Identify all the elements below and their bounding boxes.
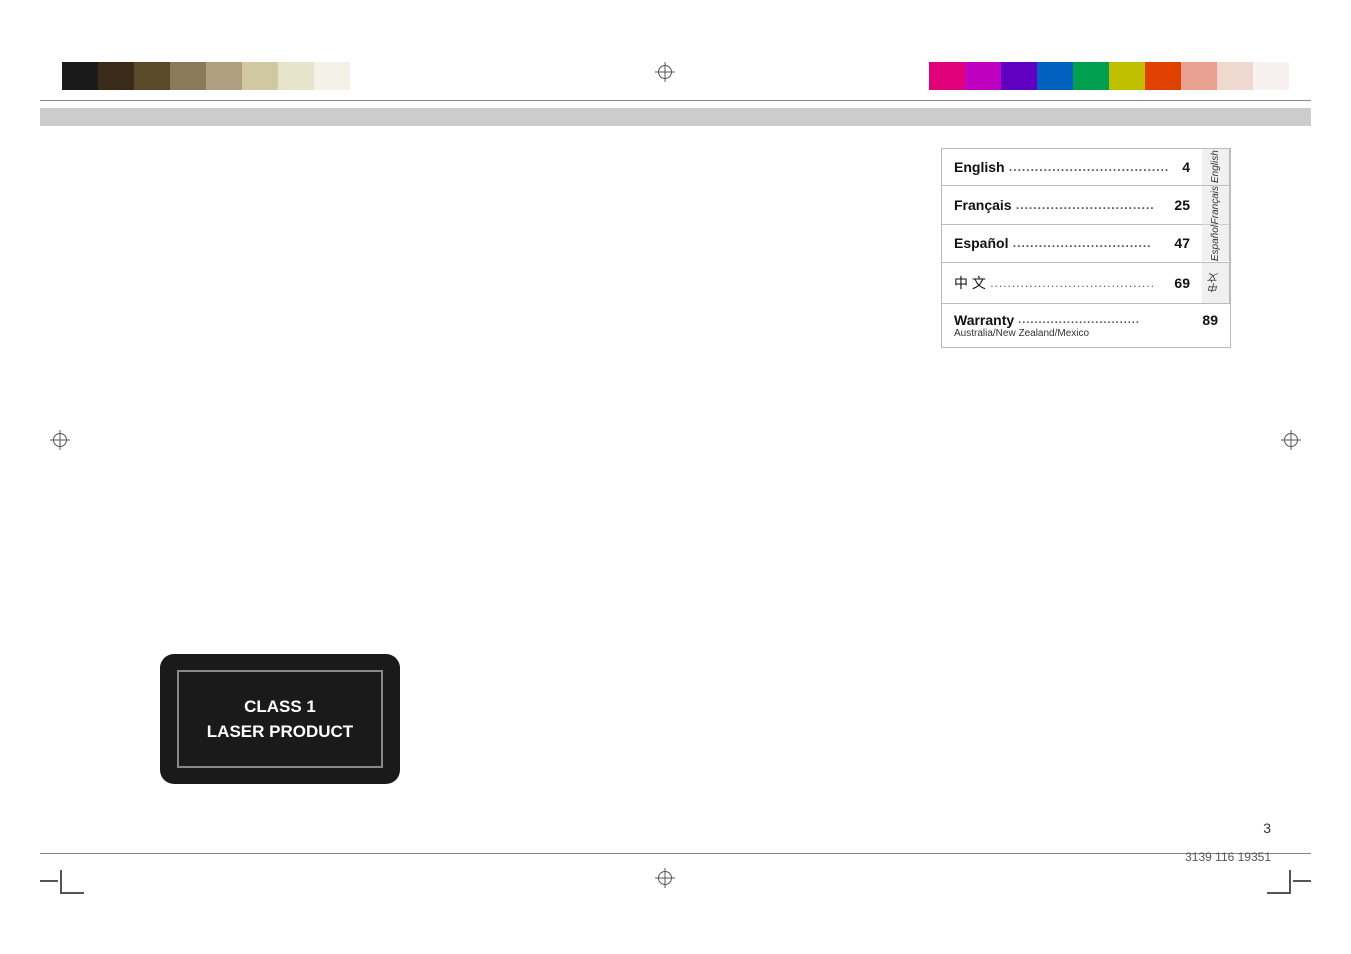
toc-label-chinese: 中 文 [954, 273, 986, 293]
toc-page-chinese: 69 [1174, 275, 1190, 291]
top-right-color-bar [929, 62, 1289, 90]
laser-text-line1: CLASS 1 [244, 694, 316, 720]
color-block-r1 [929, 62, 965, 90]
laser-text-line2: LASER PRODUCT [207, 719, 353, 745]
toc-tab-english: English [1202, 149, 1230, 185]
laser-box-inner: CLASS 1 LASER PRODUCT [177, 670, 383, 768]
toc-tab-espanol: Español [1202, 225, 1230, 261]
top-gray-band [40, 108, 1311, 126]
crosshair-mid-left [50, 430, 70, 450]
toc-page-francais: 25 [1174, 197, 1190, 213]
color-block-1 [62, 62, 98, 90]
table-of-contents: English ................................… [941, 148, 1231, 348]
toc-tab-francais: Français [1202, 186, 1230, 224]
toc-entry-english: English ................................… [942, 149, 1202, 185]
color-block-r4 [1037, 62, 1073, 90]
color-block-3 [134, 62, 170, 90]
page-number: 3 [1263, 820, 1271, 836]
color-block-2 [98, 62, 134, 90]
corner-mark-bottom-left [60, 870, 84, 894]
toc-page-english: 4 [1182, 159, 1190, 175]
toc-page-warranty: 89 [1202, 312, 1218, 328]
color-block-r10 [1253, 62, 1289, 90]
warranty-subtitle: Australia/New Zealand/Mexico [954, 328, 1089, 339]
color-block-r8 [1181, 62, 1217, 90]
bottom-right-side-line [1293, 880, 1311, 882]
bottom-left-side-line [40, 880, 58, 882]
color-block-5 [206, 62, 242, 90]
toc-label-warranty: Warranty [954, 312, 1014, 328]
color-block-6 [242, 62, 278, 90]
toc-label-espanol: Español [954, 235, 1008, 251]
toc-label-english: English [954, 159, 1005, 175]
toc-row-chinese: 中 文 ....................................… [942, 263, 1230, 304]
toc-entry-francais: Français ...............................… [942, 186, 1202, 224]
toc-entry-espanol: Español ................................… [942, 225, 1202, 261]
toc-row-english: English ................................… [942, 149, 1230, 186]
toc-row-espanol: Español ................................… [942, 225, 1230, 262]
toc-tab-chinese: 中文 [1202, 263, 1230, 303]
crosshair-mid-right [1281, 430, 1301, 450]
top-left-color-bar [62, 62, 350, 90]
corner-mark-bottom-right [1267, 870, 1291, 894]
color-block-r2 [965, 62, 1001, 90]
bottom-horizontal-rule [40, 853, 1311, 854]
color-block-r3 [1001, 62, 1037, 90]
color-block-7 [278, 62, 314, 90]
toc-row-warranty: Warranty .............................. … [942, 304, 1230, 347]
crosshair-bottom-center [655, 868, 675, 888]
color-block-r9 [1217, 62, 1253, 90]
color-block-r5 [1073, 62, 1109, 90]
product-code: 3139 116 19351 [1185, 850, 1271, 864]
toc-entry-warranty: Warranty .............................. … [942, 304, 1230, 347]
crosshair-top-center [655, 62, 675, 82]
color-block-4 [170, 62, 206, 90]
color-block-r6 [1109, 62, 1145, 90]
toc-row-francais: Français ...............................… [942, 186, 1230, 225]
top-horizontal-rule [40, 100, 1311, 101]
color-block-8 [314, 62, 350, 90]
color-block-r7 [1145, 62, 1181, 90]
laser-product-box: CLASS 1 LASER PRODUCT [160, 654, 400, 784]
toc-entry-chinese: 中 文 ....................................… [942, 263, 1202, 303]
toc-page-espanol: 47 [1174, 235, 1190, 251]
toc-label-francais: Français [954, 197, 1012, 213]
